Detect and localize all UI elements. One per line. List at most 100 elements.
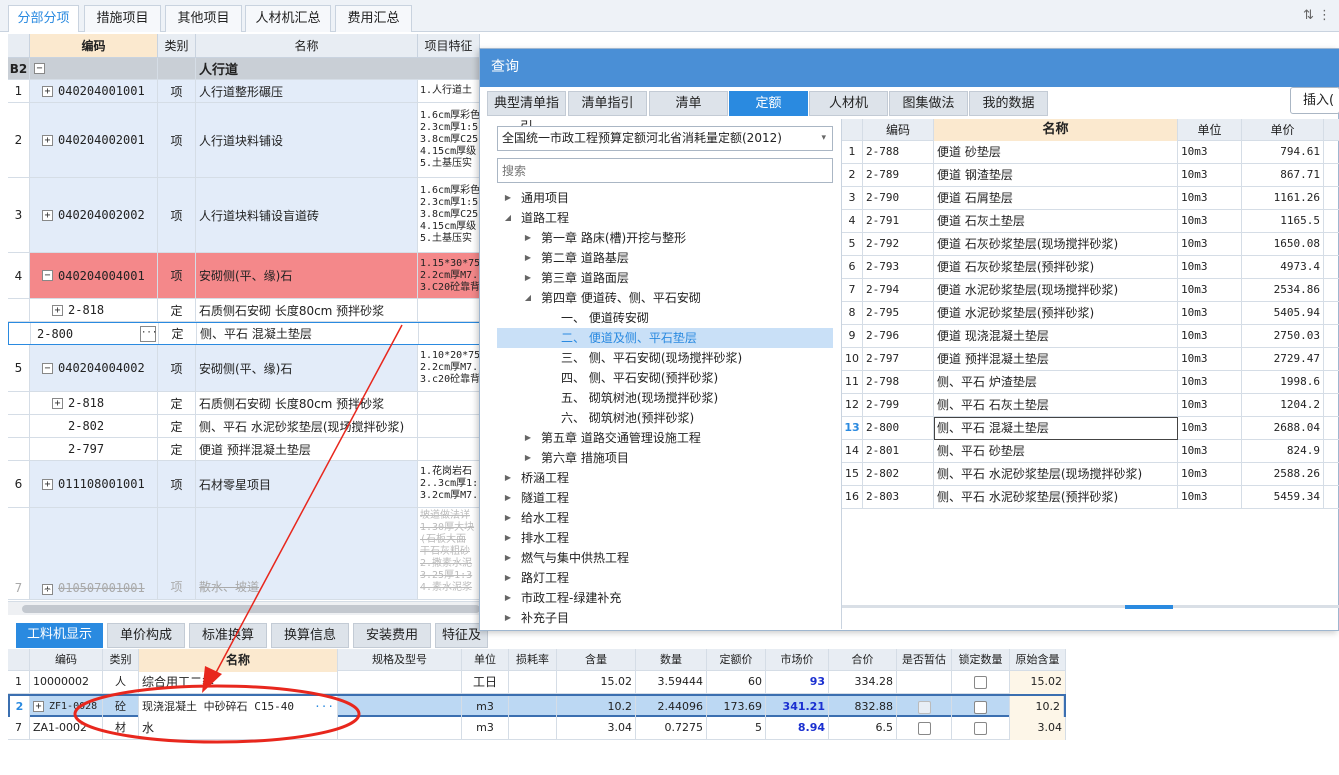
section-row[interactable]: B2 − 人行道 — [8, 58, 480, 80]
table-row-editing[interactable]: 2-800 ··· 定 侧、平石 混凝土垫层 — [8, 322, 480, 345]
chevron-right-icon[interactable]: ▶ — [523, 248, 533, 268]
quota-row[interactable]: 2 2-789 便道 钢渣垫层 10m3 867.71 — [842, 164, 1339, 187]
tree-item[interactable]: ▶ 隧道工程 — [503, 488, 569, 508]
table-row[interactable]: 3 +040204002002 项 人行道块料铺设盲道砖 1.6cm厚彩色 2.… — [8, 178, 480, 253]
lock-qty-checkbox[interactable] — [974, 721, 987, 735]
tab-my-data[interactable]: 我的数据 — [969, 91, 1048, 116]
expand-icon[interactable]: + — [52, 304, 63, 316]
tab-quota[interactable]: 定额 — [729, 91, 808, 116]
collapse-handle[interactable] — [1125, 605, 1173, 609]
resource-row[interactable]: 1 10000002 人 综合用工二类 工日 15.02 3.59444 60 … — [8, 671, 1066, 694]
tree-item[interactable]: ▶ 燃气与集中供热工程 — [503, 548, 629, 568]
quota-row[interactable]: 14 2-801 侧、平石 砂垫层 10m3 824.9 — [842, 440, 1339, 463]
table-row[interactable]: 2-802 定 侧、平石 水泥砂浆垫层(现场搅拌砂浆) — [8, 415, 480, 438]
quota-row[interactable]: 4 2-791 便道 石灰土垫层 10m3 1165.5 — [842, 210, 1339, 233]
quota-row[interactable]: 12 2-799 侧、平石 石灰土垫层 10m3 1204.2 — [842, 394, 1339, 417]
tree-item[interactable]: ▶ 第一章 路床(槽)开挖与整形 — [523, 228, 686, 248]
tree-item-selected[interactable]: 二、 便道及侧、平石垫层 — [497, 328, 833, 348]
search-field[interactable] — [497, 158, 833, 183]
tree-item[interactable]: ▶ 第二章 道路基层 — [523, 248, 629, 268]
expand-icon[interactable]: + — [33, 701, 44, 712]
quota-row[interactable]: 3 2-790 便道 石屑垫层 10m3 1161.26 — [842, 187, 1339, 210]
tree-item[interactable]: ▶ 桥涵工程 — [503, 468, 569, 488]
tab-fbfx[interactable]: 分部分项 — [8, 5, 79, 32]
quota-row[interactable]: 7 2-794 便道 水泥砂浆垫层(现场搅拌砂浆) 10m3 2534.86 — [842, 279, 1339, 302]
quota-row[interactable]: 15 2-802 侧、平石 水泥砂浆垫层(现场搅拌砂浆) 10m3 2588.26 — [842, 463, 1339, 486]
tab-resource[interactable]: 人材机 — [809, 91, 888, 116]
tree-item[interactable]: ▶ 给水工程 — [503, 508, 569, 528]
tab-fyhz[interactable]: 费用汇总 — [335, 5, 412, 32]
horizontal-scrollbar[interactable] — [8, 601, 480, 615]
table-row[interactable]: 5 −040204004002 项 安砌侧(平、缘)石 1.10*20*75 2… — [8, 345, 480, 392]
chevron-right-icon[interactable]: ▶ — [503, 548, 513, 568]
collapse-icon[interactable]: − — [42, 270, 53, 281]
panel-splitter[interactable] — [842, 605, 1339, 627]
chevron-down-icon[interactable]: ◢ — [523, 288, 533, 308]
table-row[interactable]: 1 +040204001001 项 人行道整形碾压 1.人行道土 — [8, 80, 480, 103]
tab-rcjhz[interactable]: 人材机汇总 — [245, 5, 331, 32]
lock-qty-checkbox[interactable] — [974, 675, 987, 689]
tab-list-guide[interactable]: 清单指引 — [568, 91, 647, 116]
more-icon[interactable]: ··· — [314, 696, 334, 719]
insert-button[interactable]: 插入( — [1290, 87, 1339, 114]
chevron-right-icon[interactable]: ▶ — [523, 228, 533, 248]
chevron-right-icon[interactable]: ▶ — [523, 448, 533, 468]
tab-atlas[interactable]: 图集做法 — [889, 91, 968, 116]
tab-csxm[interactable]: 措施项目 — [84, 5, 161, 32]
scroll-thumb[interactable] — [22, 605, 480, 613]
table-row-highlighted[interactable]: 4 −040204004001 项 安砌侧(平、缘)石 1.15*30*75 2… — [8, 253, 480, 299]
col-type[interactable]: 类别 — [158, 34, 196, 58]
search-input[interactable] — [498, 159, 832, 182]
chevron-right-icon[interactable]: ▶ — [503, 608, 513, 628]
more-button[interactable]: ··· — [140, 325, 157, 342]
provisional-checkbox[interactable] — [917, 721, 931, 735]
tree-item[interactable]: ▶ 第五章 道路交通管理设施工程 — [523, 428, 701, 448]
quota-row[interactable]: 11 2-798 侧、平石 炉渣垫层 10m3 1998.6 — [842, 371, 1339, 394]
chevron-right-icon[interactable]: ▶ — [503, 488, 513, 508]
table-row-disabled[interactable]: 7 +010507001001 项 散水、坡道 坡道做法详 1.30厚大块 (石… — [8, 508, 480, 600]
quota-row[interactable]: 13 2-800 侧、平石 混凝土垫层 10m3 2688.04 — [842, 417, 1339, 440]
tree-item[interactable]: ▶ 通用项目 — [503, 188, 569, 208]
quota-row[interactable]: 1 2-788 便道 砂垫层 10m3 794.61 — [842, 141, 1339, 164]
tree-item[interactable]: ▶ 排水工程 — [503, 528, 569, 548]
table-row[interactable]: 6 +011108001001 项 石材零星项目 1.花岗岩石 2..3cm厚1… — [8, 461, 480, 508]
quota-row[interactable]: 16 2-803 侧、平石 水泥砂浆垫层(预拌砂浆) 10m3 5459.34 — [842, 486, 1339, 509]
tree-item[interactable]: 四、 侧、平石安砌(预拌砂浆) — [561, 368, 718, 388]
chevron-right-icon[interactable]: ▶ — [523, 428, 533, 448]
resource-row[interactable]: 7 ZA1-0002 材 水 m3 3.04 0.7275 5 8.94 6.5… — [8, 717, 1066, 740]
lock-qty-checkbox[interactable] — [974, 700, 987, 714]
expand-icon[interactable]: + — [42, 209, 53, 221]
tab-glj[interactable]: 工料机显示 — [16, 623, 103, 648]
tab-djgc[interactable]: 单价构成 — [107, 623, 185, 648]
chevron-right-icon[interactable]: ▶ — [523, 268, 533, 288]
quota-row[interactable]: 5 2-792 便道 石灰砂浆垫层(现场搅拌砂浆) 10m3 1650.08 — [842, 233, 1339, 256]
chevron-right-icon[interactable]: ▶ — [503, 588, 513, 608]
expand-icon[interactable]: + — [42, 478, 53, 490]
collapse-icon[interactable]: − — [42, 362, 53, 374]
col-code[interactable]: 编码 — [30, 34, 158, 58]
tab-hsxx[interactable]: 换算信息 — [271, 623, 349, 648]
chevron-right-icon[interactable]: ▶ — [503, 528, 513, 548]
provisional-checkbox[interactable] — [917, 700, 931, 714]
library-select[interactable]: 全国统一市政工程预算定额河北省消耗量定额(2012) ▾ — [497, 126, 833, 151]
collapse-icon[interactable]: − — [34, 63, 45, 74]
tree-item[interactable]: 五、 砌筑树池(现场搅拌砂浆) — [561, 388, 718, 408]
tree-item[interactable]: 一、 便道砖安砌 — [561, 308, 649, 328]
table-row[interactable]: 2-797 定 便道 预拌混凝土垫层 — [8, 438, 480, 461]
col-name[interactable]: 名称 — [196, 34, 418, 58]
sort-icon[interactable]: ⇅ ⋮ — [1303, 8, 1331, 23]
expand-icon[interactable]: + — [42, 584, 53, 595]
expand-icon[interactable]: + — [42, 134, 53, 146]
expand-icon[interactable]: + — [42, 85, 53, 97]
tree-item[interactable]: ▶ 路灯工程 — [503, 568, 569, 588]
tree-item[interactable]: ▶ 第六章 措施项目 — [523, 448, 629, 468]
tree-item[interactable]: ▶ 补充子目 — [503, 608, 569, 628]
tab-bzhs[interactable]: 标准换算 — [189, 623, 267, 648]
table-row[interactable]: +2-818 定 石质侧石安砌 长度80cm 预拌砂浆 — [8, 392, 480, 415]
resource-row-selected[interactable]: 2 + ZF1-0028 砼 现浇混凝土 中砂碎石 C15-40 ··· m3 10… — [8, 694, 1066, 719]
tree-item[interactable]: 六、 砌筑树池(预拌砂浆) — [561, 408, 694, 428]
code-edit-input[interactable]: 2-800 — [37, 327, 140, 341]
tree-item[interactable]: ◢ 第四章 便道砖、侧、平石安砌 — [523, 288, 701, 308]
quota-row[interactable]: 10 2-797 便道 预拌混凝土垫层 10m3 2729.47 — [842, 348, 1339, 371]
tab-list[interactable]: 清单 — [649, 91, 728, 116]
